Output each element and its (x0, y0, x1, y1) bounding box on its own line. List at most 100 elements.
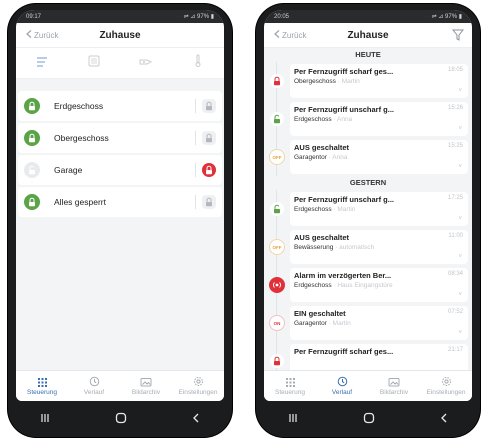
event-title: Per Fernzugriff unscharf g... (294, 105, 395, 114)
event-card[interactable]: Alarm im verzögerten Ber... 08:34 Erdgesch… (290, 268, 468, 302)
event-time: 11:00 (446, 233, 463, 239)
zone-row[interactable]: Alles gesperrt (18, 187, 222, 217)
list-icon (36, 54, 48, 72)
event-subtitle: Garagentor · Martin (294, 320, 464, 327)
lock-icon[interactable] (202, 195, 216, 209)
back-icon[interactable] (192, 412, 200, 426)
event-time: 17:25 (445, 195, 463, 201)
nav-item[interactable]: Steuerung (16, 371, 68, 401)
category-tabs (16, 48, 224, 79)
back-button[interactable]: Zurück (274, 30, 306, 40)
header: Zurück Zuhause (264, 23, 472, 48)
nav-label: Einstellungen (426, 389, 466, 396)
nav-label: Bildarchiv (379, 388, 409, 396)
lock-icon[interactable] (24, 98, 40, 114)
lock-icon[interactable] (202, 99, 216, 113)
event-user: · automatisch (333, 244, 375, 251)
timeline (264, 266, 290, 304)
zone-row[interactable]: Garage (18, 155, 222, 185)
chevron-down-icon[interactable]: ˅ (458, 164, 462, 170)
alarm-icon (269, 277, 285, 293)
screen-control: 09:17 ⇌ ⊿ 97% ▮ Zurück Zuhause Erdgescho… (16, 10, 224, 401)
day-header: GESTERN (264, 176, 472, 190)
chevron-down-icon[interactable]: ˅ (458, 254, 462, 260)
lock-icon[interactable] (202, 131, 216, 145)
event-card[interactable]: Per Fernzugriff unscharf g... 17:25 Erdges… (290, 192, 468, 226)
history-entry[interactable]: OFF AUS geschaltet 11:00 Bewässerung · auto… (264, 228, 472, 266)
unlock-green-icon (270, 112, 284, 126)
home-icon[interactable] (363, 412, 375, 427)
keypad-icon (88, 54, 100, 72)
grid-icon (37, 377, 48, 387)
phone-left: 09:17 ⇌ ⊿ 97% ▮ Zurück Zuhause Erdgescho… (8, 4, 232, 437)
home-icon[interactable] (115, 412, 127, 427)
event-card[interactable]: Per Fernzugriff scharf ges... 18:05 Oberge… (290, 64, 468, 98)
nav-item[interactable]: Einstellungen (420, 371, 472, 401)
status-time: 20:05 (274, 13, 290, 20)
divider (195, 195, 196, 209)
chevron-down-icon[interactable]: ˅ (458, 330, 462, 336)
nav-item[interactable]: Einstellungen (172, 371, 224, 401)
zone-list: Erdgeschoss Obergeschoss Garage Alles gespe… (16, 91, 224, 217)
event-title: EIN geschaltet (294, 309, 346, 318)
chevron-down-icon[interactable]: ˅ (458, 88, 462, 94)
nav-item[interactable]: Bildarchiv (368, 371, 420, 401)
back-button[interactable]: Zurück (26, 30, 58, 40)
divider (195, 131, 196, 145)
event-card[interactable]: EIN geschaltet 07:52 Garagentor · Martin ˅ (290, 306, 468, 340)
recent-apps-icon[interactable] (40, 412, 50, 426)
chevron-down-icon[interactable]: ˅ (458, 126, 462, 132)
zone-label: Obergeschoss (54, 133, 109, 143)
phone-right: 20:05 ⇌ ⊿ 97% ▮ Zurück Zuhause HEUTE Per … (256, 4, 480, 437)
history-entry[interactable]: Per Fernzugriff scharf ges... 18:05 Oberge… (264, 62, 472, 100)
event-title: Per Fernzugriff unscharf g... (294, 195, 395, 204)
event-time: 15:25 (445, 143, 463, 149)
tab-list[interactable] (27, 51, 57, 75)
unlock-icon[interactable] (24, 162, 40, 178)
nav-item[interactable]: Verlauf (316, 371, 368, 401)
event-zone: Erdgeschoss (294, 282, 332, 289)
off-badge: OFF (269, 239, 285, 255)
event-subtitle: Erdgeschoss · Martin (294, 206, 464, 213)
lock-red-icon (270, 354, 284, 368)
tab-temperature[interactable] (183, 51, 213, 75)
event-user: · Anna (326, 154, 348, 161)
event-card[interactable]: AUS geschaltet 11:00 Bewässerung · automat… (290, 230, 468, 264)
back-label: Zurück (282, 30, 307, 40)
event-card[interactable]: Per Fernzugriff unscharf g... 15:26 Erdges… (290, 102, 468, 136)
back-icon[interactable] (440, 412, 448, 426)
nav-label: Verlauf (331, 389, 353, 396)
thermometer-icon (195, 54, 201, 72)
history-entry[interactable]: OFF AUS geschaltet 15:25 Garagentor · Anna ˅ (264, 138, 472, 176)
filter-icon[interactable] (451, 28, 465, 46)
gear-icon (441, 376, 452, 387)
tab-keypad[interactable] (79, 51, 109, 75)
lock-icon[interactable] (24, 130, 40, 146)
history-entry[interactable]: Per Fernzugriff unscharf g... 17:25 Erdges… (264, 190, 472, 228)
chevron-down-icon[interactable]: ˅ (458, 292, 462, 298)
alarm-lock-icon[interactable] (202, 163, 216, 177)
event-card[interactable]: AUS geschaltet 15:25 Garagentor · Anna ˅ (290, 140, 468, 174)
nav-label: Bildarchiv (131, 388, 161, 396)
nav-item[interactable]: Steuerung (264, 371, 316, 401)
event-title: AUS geschaltet (294, 143, 350, 152)
tab-door[interactable] (131, 51, 161, 75)
event-user: · Martin (331, 206, 356, 213)
recent-apps-icon[interactable] (288, 412, 298, 426)
day-header: HEUTE (264, 48, 472, 62)
history-entry[interactable]: ON EIN geschaltet 07:52 Garagentor · Martin… (264, 304, 472, 342)
event-subtitle: Obergeschoss · Martin (294, 78, 464, 85)
chevron-down-icon[interactable]: ˅ (458, 216, 462, 222)
unlock-green-icon (270, 202, 284, 216)
nav-item[interactable]: Verlauf (68, 371, 120, 401)
lock-icon[interactable] (24, 194, 40, 210)
nav-label: Einstellungen (178, 389, 218, 396)
zone-row[interactable]: Obergeschoss (18, 123, 222, 153)
history-entry[interactable]: Alarm im verzögerten Ber... 08:34 Erdgesch… (264, 266, 472, 304)
grid-icon (285, 377, 296, 387)
zone-row[interactable]: Erdgeschoss (18, 91, 222, 121)
history-entry[interactable]: Per Fernzugriff unscharf g... 15:26 Erdges… (264, 100, 472, 138)
system-keys (8, 405, 232, 433)
event-time: 08:34 (445, 271, 463, 277)
nav-item[interactable]: Bildarchiv (120, 371, 172, 401)
